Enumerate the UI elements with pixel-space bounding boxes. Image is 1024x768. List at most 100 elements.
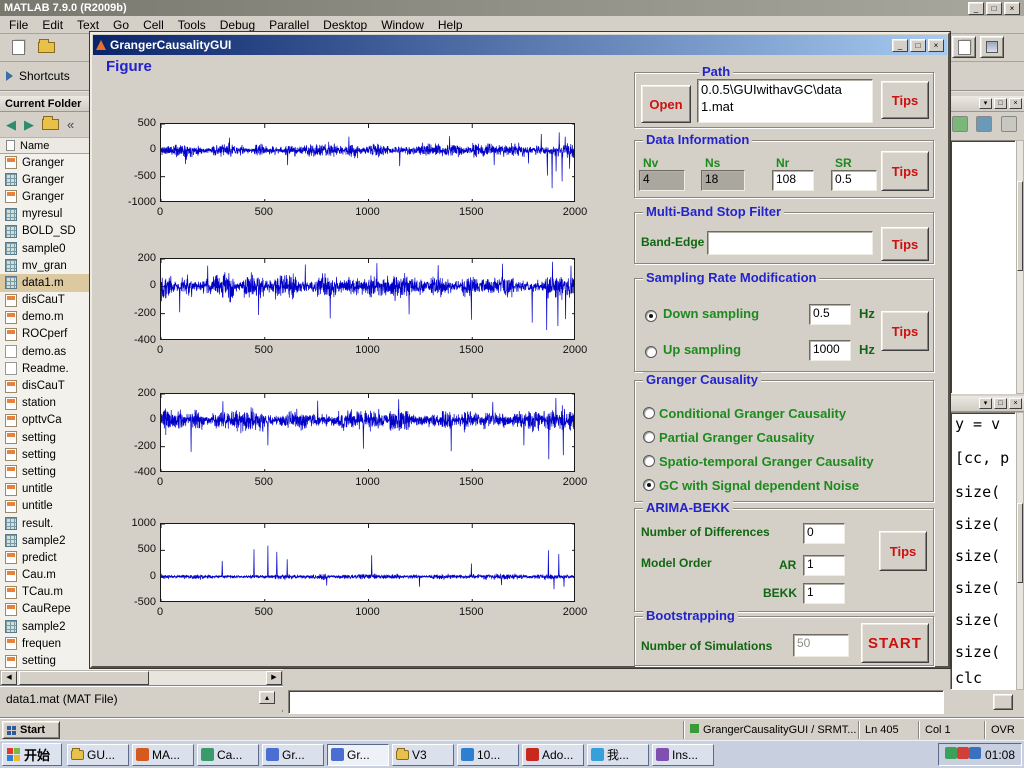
close-icon[interactable]: ×	[1004, 2, 1020, 15]
bekk-order-field[interactable]: 1	[803, 583, 845, 604]
close-icon[interactable]: ×	[1009, 398, 1022, 409]
data-info-field[interactable]: 18	[701, 170, 745, 191]
sampling-tips-button[interactable]: Tips	[881, 311, 929, 351]
granger-option-label[interactable]: Spatio-temporal Granger Causality	[659, 454, 874, 469]
granger-option-label[interactable]: GC with Signal dependent Noise	[659, 478, 859, 493]
granger-option-radio[interactable]	[643, 431, 655, 443]
data-info-field[interactable]: 0.5	[831, 170, 877, 191]
taskbar-button[interactable]: Ca...	[197, 744, 259, 766]
menu-tools[interactable]: Tools	[171, 18, 213, 32]
dialog-maximize-icon[interactable]: □	[910, 39, 926, 52]
data-info-tips-button[interactable]: Tips	[881, 151, 929, 191]
dock-icon[interactable]: ▾	[979, 98, 992, 109]
num-simulations-field[interactable]: 50	[793, 634, 849, 657]
menu-file[interactable]: File	[2, 18, 35, 32]
maximize-icon[interactable]: □	[994, 398, 1007, 409]
open-file-button[interactable]	[34, 37, 58, 59]
taskbar-button[interactable]: 我...	[587, 744, 649, 766]
data-info-field[interactable]: 108	[772, 170, 814, 191]
current-folder-title: Current Folder	[5, 98, 81, 110]
menu-debug[interactable]: Debug	[213, 18, 262, 32]
menu-parallel[interactable]: Parallel	[262, 18, 316, 32]
data-info-field[interactable]: 4	[639, 170, 685, 191]
taskbar-button[interactable]: GU...	[67, 744, 129, 766]
taskbar-button[interactable]: Gr...	[262, 744, 324, 766]
menu-help[interactable]: Help	[431, 18, 470, 32]
tray-icon[interactable]	[957, 747, 969, 759]
up-sampling-label[interactable]: Up sampling	[663, 342, 741, 357]
filter-tips-button[interactable]: Tips	[881, 227, 929, 261]
new-file-button[interactable]	[6, 37, 30, 59]
taskbar-button[interactable]: Gr...	[327, 744, 389, 766]
maximize-icon[interactable]: □	[994, 98, 1007, 109]
ar-order-field[interactable]: 1	[803, 555, 845, 576]
granger-option-label[interactable]: Partial Granger Causality	[659, 430, 814, 445]
dock-icon[interactable]: ▾	[979, 398, 992, 409]
down-sampling-rate-field[interactable]: 0.5	[809, 304, 851, 325]
collapse-detail-icon[interactable]: ▴	[259, 691, 275, 704]
arima-tips-button[interactable]: Tips	[879, 531, 927, 571]
back-icon[interactable]: ◀	[6, 117, 16, 133]
taskbar-button[interactable]: Ins...	[652, 744, 714, 766]
dialog-minimize-icon[interactable]: _	[892, 39, 908, 52]
start-button[interactable]: START	[861, 623, 929, 663]
minimize-icon[interactable]: _	[968, 2, 984, 15]
taskbar-button[interactable]: 10...	[457, 744, 519, 766]
forward-icon[interactable]: ▶	[24, 117, 34, 133]
desktop-layout-button[interactable]	[980, 36, 1004, 58]
menu-cell[interactable]: Cell	[136, 18, 171, 32]
matlab-start-button[interactable]: Start	[2, 721, 60, 739]
matlab-titlebar[interactable]: MATLAB 7.9.0 (R2009b) _ □ ×	[0, 0, 1024, 16]
granger-option-radio[interactable]	[643, 455, 655, 467]
dialog-close-icon[interactable]: ×	[928, 39, 944, 52]
up-sampling-rate-field[interactable]: 1000	[809, 340, 851, 361]
vertical-scrollbar[interactable]	[1016, 140, 1024, 394]
scrollbar-thumb[interactable]	[1017, 503, 1023, 583]
menu-edit[interactable]: Edit	[35, 18, 70, 32]
path-field[interactable]: 0.0.5\GUIwithavGC\data1.mat	[697, 79, 873, 123]
maximize-icon[interactable]: □	[986, 2, 1002, 15]
editor-titlebar[interactable]: ▾ □ ×	[950, 396, 1024, 412]
granger-option-radio[interactable]	[643, 407, 655, 419]
menu-desktop[interactable]: Desktop	[316, 18, 374, 32]
editor-vertical-scrollbar[interactable]	[1016, 412, 1024, 690]
taskbar-button[interactable]: Ado...	[522, 744, 584, 766]
close-icon[interactable]: ×	[1009, 98, 1022, 109]
tray-icon[interactable]	[969, 747, 981, 759]
granger-option-label[interactable]: Conditional Granger Causality	[659, 406, 846, 421]
help-button[interactable]	[952, 36, 976, 58]
folder-up-icon[interactable]	[42, 119, 59, 130]
menu-window[interactable]: Window	[374, 18, 431, 32]
collapse-icon[interactable]: «	[67, 117, 74, 132]
scroll-right-icon[interactable]: ▶	[266, 671, 282, 685]
command-window-strip[interactable]	[288, 690, 944, 714]
run-icon[interactable]	[952, 116, 968, 132]
x-axis-tick-label: 1500	[453, 606, 489, 618]
up-sampling-radio[interactable]	[645, 346, 657, 358]
editor-pane[interactable]: y = v[cc, psize(size(size(size(size(size…	[950, 412, 1016, 690]
num-differences-field[interactable]: 0	[803, 523, 845, 544]
tray-icon[interactable]	[945, 747, 957, 759]
scrollbar-thumb[interactable]	[1017, 181, 1023, 271]
taskbar-button[interactable]: V3	[392, 744, 454, 766]
menu-text[interactable]: Text	[70, 18, 106, 32]
scrollbar-thumb[interactable]	[19, 671, 149, 685]
down-sampling-radio[interactable]	[645, 310, 657, 322]
y-axis-tick-label: 0	[110, 570, 156, 582]
open-button[interactable]: Open	[641, 85, 691, 123]
dialog-titlebar[interactable]: GrangerCausalityGUI _ □ ×	[93, 35, 947, 55]
windows-start-button[interactable]: 开始	[2, 743, 62, 766]
taskbar-button[interactable]: MA...	[132, 744, 194, 766]
scroll-left-icon[interactable]: ◀	[1, 671, 17, 685]
down-sampling-label[interactable]: Down sampling	[663, 306, 759, 321]
horizontal-scrollbar[interactable]: ◀ ▶	[0, 670, 283, 686]
path-tips-button[interactable]: Tips	[881, 81, 929, 119]
publish-icon[interactable]	[976, 116, 992, 132]
mat-file-icon	[5, 225, 17, 238]
docked-panel-titlebar[interactable]: ▾ □ ×	[950, 96, 1024, 112]
arima-bekk-panel: ARIMA-BEKK Number of Differences 0 Model…	[634, 508, 934, 612]
granger-option-radio[interactable]	[643, 479, 655, 491]
menu-go[interactable]: Go	[106, 18, 136, 32]
cell-icon[interactable]	[1001, 116, 1017, 132]
band-edge-field[interactable]	[707, 231, 873, 255]
